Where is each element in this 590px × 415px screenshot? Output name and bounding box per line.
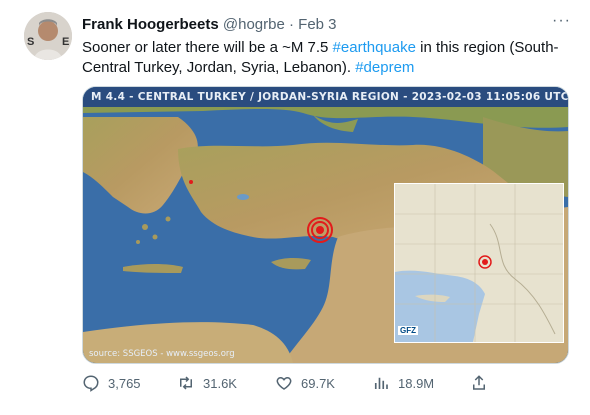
map-source: source: SSGEOS - www.ssgeos.org: [89, 349, 235, 359]
retweet-icon: [177, 374, 195, 392]
like-button[interactable]: 69.7K: [275, 374, 335, 392]
action-bar: 3,765 31.6K 69.7K 18.9M: [82, 374, 567, 394]
tweet-media-map[interactable]: M 4.4 - CENTRAL TURKEY / JORDAN-SYRIA RE…: [82, 86, 569, 364]
inset-map-image: [395, 184, 563, 342]
more-options-icon[interactable]: ···: [552, 12, 571, 30]
retweet-button[interactable]: 31.6K: [177, 374, 237, 392]
reply-icon: [82, 374, 100, 392]
tweet-text: Sooner or later there will be a ~M 7.5 #…: [82, 38, 577, 78]
views-count: 18.9M: [398, 375, 435, 391]
tweet-text-part1: Sooner or later there will be a ~M 7.5: [82, 39, 333, 56]
tweet-header: Frank Hoogerbeets @hogrbe · Feb 3: [82, 16, 337, 33]
hashtag-deprem[interactable]: #deprem: [355, 59, 414, 76]
hashtag-earthquake[interactable]: #earthquake: [333, 39, 416, 56]
retweet-count: 31.6K: [203, 375, 237, 391]
inset-map: GFZ: [394, 183, 564, 343]
separator-dot: ·: [288, 16, 294, 33]
display-name[interactable]: Frank Hoogerbeets: [82, 16, 219, 33]
user-handle[interactable]: @hogrbe: [223, 16, 285, 33]
heart-icon: [275, 374, 293, 392]
views-chart-icon: [372, 374, 390, 392]
svg-text:S: S: [27, 36, 34, 48]
svg-text:E: E: [62, 36, 69, 48]
tweet-date[interactable]: Feb 3: [298, 16, 336, 33]
avatar[interactable]: S E: [24, 12, 72, 60]
gfz-logo: GFZ: [398, 326, 418, 335]
map-title: M 4.4 - CENTRAL TURKEY / JORDAN-SYRIA RE…: [83, 87, 568, 107]
share-icon: [470, 374, 488, 392]
like-count: 69.7K: [301, 375, 335, 391]
reply-count: 3,765: [108, 375, 141, 391]
views-button[interactable]: 18.9M: [372, 374, 434, 392]
share-button[interactable]: [470, 374, 488, 392]
tweet: S E Frank Hoogerbeets @hogrbe · Feb 3 ··…: [0, 0, 590, 415]
reply-button[interactable]: 3,765: [82, 374, 141, 392]
